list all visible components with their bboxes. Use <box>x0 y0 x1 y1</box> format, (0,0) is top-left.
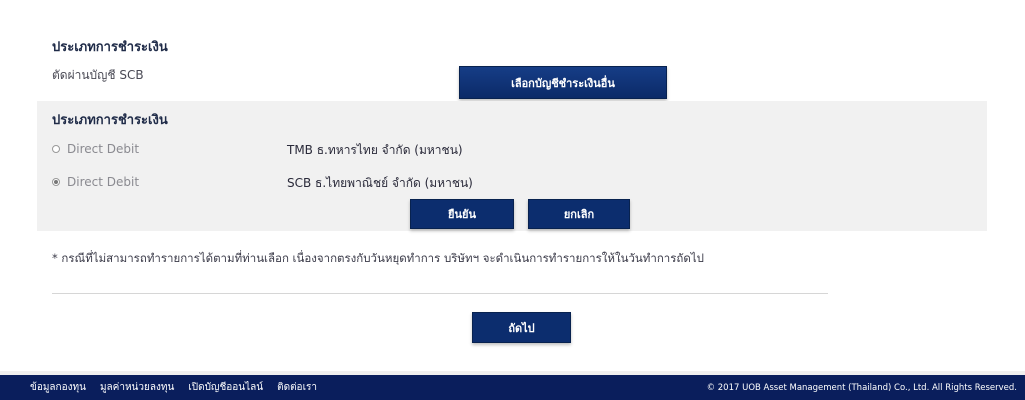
payment-option-scb[interactable]: Direct Debit <box>52 175 139 189</box>
payment-type-title: ประเภทการชำระเงิน <box>52 40 168 55</box>
radio-button[interactable] <box>52 145 60 153</box>
footer: ข้อมูลกองทุน มูลค่าหน่วยลงทุน เปิดบัญชีอ… <box>0 375 1025 400</box>
holiday-note: * กรณีที่ไม่สามารถทำรายการได้ตามที่ท่านเ… <box>52 251 704 265</box>
radio-button-selected[interactable] <box>52 178 60 186</box>
footer-link-contact[interactable]: ติดต่อเรา <box>277 380 317 395</box>
payment-option-tmb[interactable]: Direct Debit <box>52 142 139 156</box>
next-button[interactable]: ถัดไป <box>472 312 571 343</box>
payment-panel-title: ประเภทการชำระเงิน <box>52 113 168 128</box>
footer-link-fund-info[interactable]: ข้อมูลกองทุน <box>30 380 86 395</box>
footer-link-nav[interactable]: มูลค่าหน่วยลงทุน <box>100 380 174 395</box>
change-account-button[interactable]: เลือกบัญชีชำระเงินอื่น <box>459 66 667 99</box>
payment-option-type-label: Direct Debit <box>67 175 140 189</box>
payment-option-type-label: Direct Debit <box>67 142 140 156</box>
footer-link-open-account[interactable]: เปิดบัญชีออนไลน์ <box>188 380 263 395</box>
divider <box>52 293 828 294</box>
confirm-button[interactable]: ยืนยัน <box>410 199 514 229</box>
footer-nav: ข้อมูลกองทุน มูลค่าหน่วยลงทุน เปิดบัญชีอ… <box>30 380 317 395</box>
page-content: ประเภทการชำระเงิน ตัดผ่านบัญชี SCB เลือก… <box>0 0 1025 371</box>
bank-name-tmb: TMB ธ.ทหารไทย จำกัด (มหาชน) <box>287 143 463 157</box>
cancel-button[interactable]: ยกเลิก <box>528 199 630 229</box>
current-account-text: ตัดผ่านบัญชี SCB <box>52 68 144 82</box>
copyright-text: © 2017 UOB Asset Management (Thailand) C… <box>706 382 1017 393</box>
bank-name-scb: SCB ธ.ไทยพาณิชย์ จำกัด (มหาชน) <box>287 176 473 190</box>
